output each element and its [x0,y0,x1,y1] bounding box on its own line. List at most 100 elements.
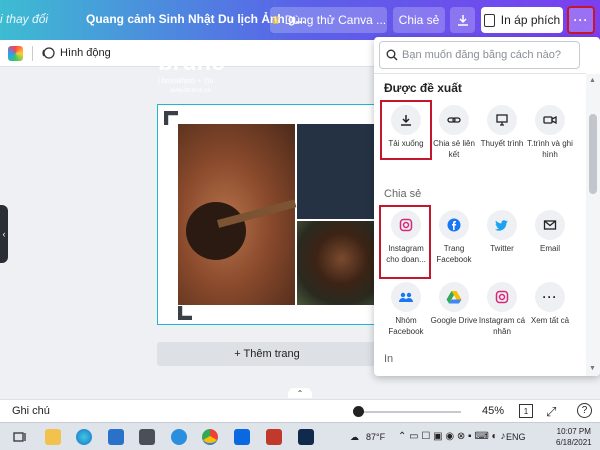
share-link-option-icon-bg [439,105,469,135]
facebook-icon [447,218,461,232]
guitar-body [186,202,246,260]
search-divider [374,73,586,74]
link-icon [447,117,461,123]
help-icon: ? [581,405,588,416]
instagram-business-highlight [379,205,431,279]
share-link-option[interactable]: Chia sẻ liên kết [430,105,478,160]
instagram-personal-option[interactable]: Instagram cá nhân [478,282,526,337]
email-icon-bg [535,210,565,240]
task-view-icon[interactable] [12,429,28,445]
suggested-section-title: Được đề xuất [384,81,462,95]
page-count-button[interactable]: 1 [519,404,533,418]
instagram-personal-icon-bg [487,282,517,312]
animate-button[interactable]: Hình động [60,47,111,59]
google-drive-icon-bg [439,282,469,312]
see-all-label: Xem tất cả [530,316,570,325]
fullscreen-icon[interactable]: ⤢ [546,404,556,420]
panel-scrollbar[interactable]: ▲ ▼ [586,74,600,376]
clock-time: 10:07 PM [556,427,591,436]
instagram-icon [495,290,509,304]
google-drive-label: Google Drive [430,316,478,325]
try-canva-label: Dùng thử Canva ... [284,13,387,27]
system-clock[interactable]: 10:07 PM 6/18/2021 [556,426,592,448]
share-button[interactable]: Chia sẻ [393,7,445,33]
brunch-url[interactable]: www.brunch.co [170,88,211,94]
print-poster-label: In áp phích [500,13,561,27]
guitar-photo[interactable] [178,124,297,305]
brunch-heading[interactable]: brunc [158,49,225,77]
video-camera-icon [543,115,557,125]
share-section-title: Chia sẻ [384,188,422,200]
zoom-slider[interactable] [353,411,461,413]
toolbar-divider [32,46,33,61]
language-indicator[interactable]: ENG [506,432,526,442]
facebook-group-label: Nhóm Facebook [388,316,424,336]
present-record-option-label: T.trình và ghi hình [527,139,573,159]
notes-button[interactable]: Ghi chú [12,405,50,417]
print-poster-button[interactable]: In áp phích [481,7,563,33]
network-app-icon[interactable] [171,429,187,445]
share-search-box[interactable] [379,41,580,69]
see-all-option[interactable]: ··· Xem tất cả [526,282,574,326]
facebook-page-option[interactable]: Trang Facebook [430,210,478,265]
chevron-left-icon: ‹ [2,229,6,239]
google-drive-option[interactable]: Google Drive [430,282,478,326]
clock-date: 6/18/2021 [556,438,592,447]
download-icon [457,15,468,26]
page-number: 1 [523,406,529,416]
facebook-page-label: Trang Facebook [436,244,472,264]
facebook-group-option[interactable]: Nhóm Facebook [382,282,430,337]
brunch-subtitle[interactable]: [ br(eakfast) + (l)u [158,78,213,85]
weather-temp[interactable]: 87°F [366,432,385,442]
scroll-down-icon[interactable]: ▼ [589,365,596,372]
more-options-button[interactable]: ··· [567,6,595,34]
more-icon: ··· [573,13,589,27]
facebook-group-icon [399,292,413,302]
tray-icons[interactable]: ⌃ ▭ ☐ ▣ ◉ ⊗ ▪ ⌨ ◐ ♪ [398,431,505,442]
share-link-option-label: Chia sẻ liên kết [433,139,475,159]
email-icon [543,220,557,230]
zalo-icon[interactable] [234,429,250,445]
portrait-photo[interactable] [297,221,376,305]
animate-icon[interactable] [41,46,55,60]
zoom-level[interactable]: 45% [482,405,504,417]
editor-footer: Ghi chú 45% 1 ⤢ ? [0,399,600,422]
media-app-icon[interactable] [266,429,282,445]
chrome-icon[interactable] [202,429,218,445]
scrollbar-thumb[interactable] [589,114,597,194]
present-option-label: Thuyết trình [480,139,524,148]
facebook-page-icon-bg [439,210,469,240]
share-button-label: Chia sẻ [398,13,440,27]
download-highlight [380,100,432,160]
google-drive-icon [446,291,462,304]
share-search-input[interactable] [402,46,574,64]
email-label: Email [539,244,560,253]
color-picker-icon[interactable] [8,46,23,61]
store-icon[interactable] [139,429,155,445]
scroll-up-icon[interactable]: ▲ [589,77,596,84]
more-icon: ··· [542,290,558,304]
download-button[interactable] [450,7,475,33]
edge-browser-icon[interactable] [76,429,92,445]
pages-toggle[interactable]: ⌃ [288,388,312,398]
try-canva-pro-button[interactable]: ♛ Dùng thử Canva ... [270,7,387,33]
brunch-text-panel[interactable] [297,124,376,219]
present-record-option[interactable]: T.trình và ghi hình [526,105,574,160]
present-record-option-icon-bg [535,105,565,135]
help-button[interactable]: ? [577,403,592,418]
corner-decoration [178,306,192,320]
share-dropdown-panel: Được đề xuất Tải xuống Chia sẻ liên kết … [374,37,600,376]
weather-icon[interactable]: ☁ [350,432,359,443]
file-explorer-icon[interactable] [45,429,61,445]
email-option[interactable]: Email [526,210,574,254]
present-option[interactable]: Thuyết trình [478,105,526,149]
add-page-button[interactable]: + Thêm trang [157,342,377,366]
mail-icon[interactable] [108,429,124,445]
twitter-option[interactable]: Twitter [478,210,526,254]
zoom-slider-thumb[interactable] [353,406,365,417]
photoshop-icon[interactable] [298,429,314,445]
side-panel-toggle[interactable]: ‹ [0,205,8,263]
design-canvas[interactable] [157,104,377,325]
see-all-icon-bg: ··· [535,282,565,312]
top-bar: i thay đổi Quang cảnh Sinh Nhật Du lịch … [0,0,600,40]
